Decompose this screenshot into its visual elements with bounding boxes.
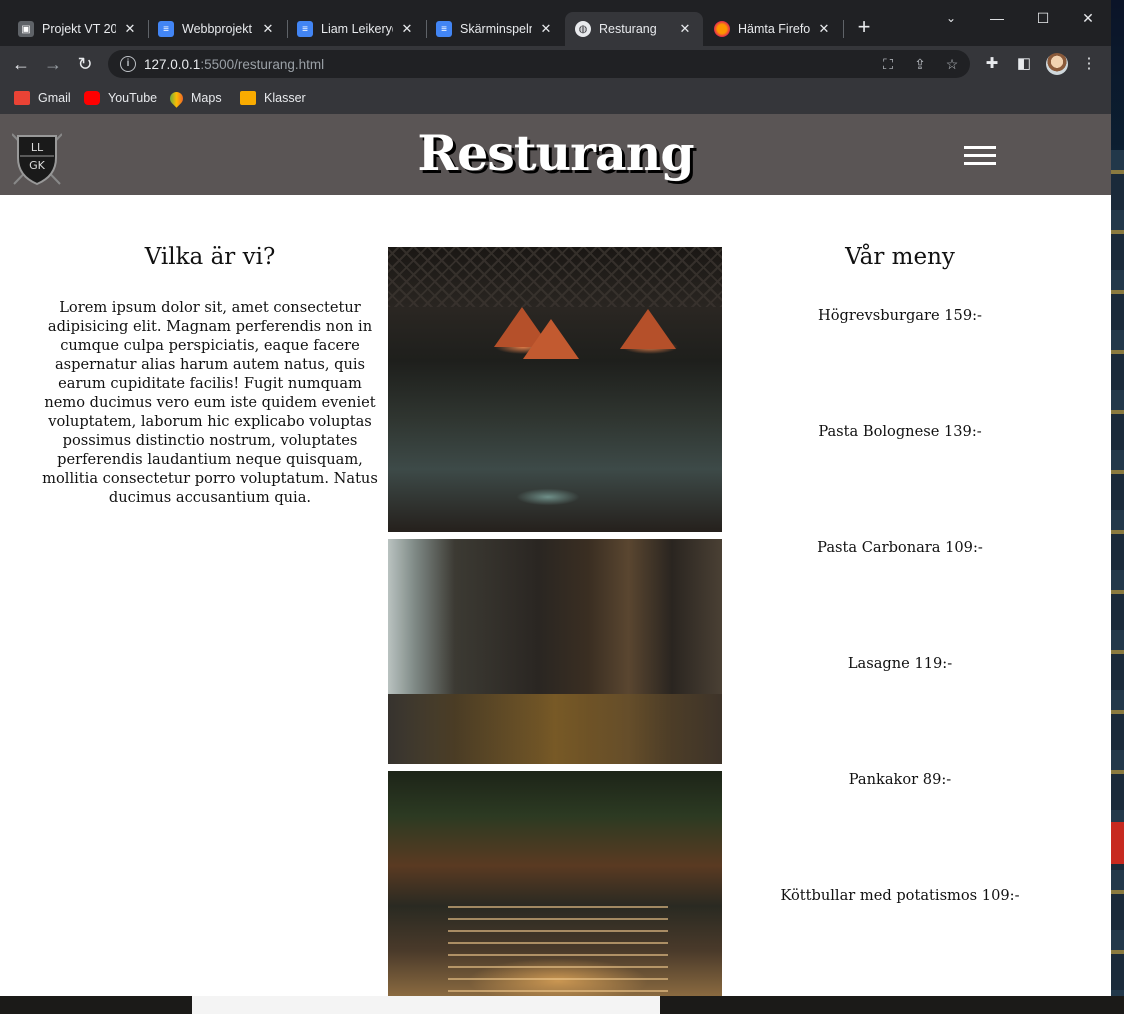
staircase-photo [388,771,722,996]
background-window-fragment [192,996,660,1014]
docs-icon: ≡ [297,21,313,37]
maximize-button[interactable]: ☐ [1020,6,1066,30]
bookmark-label: Klasser [264,91,306,105]
tab-title: Webbprojekt V [182,22,254,36]
tab-search-chevron-icon[interactable]: ⌄ [928,6,974,30]
bookmark-label: YouTube [108,91,158,105]
globe-icon: ◍ [575,21,591,37]
hamburger-menu-icon[interactable] [964,146,996,166]
forward-arrow-icon[interactable]: → [40,51,66,77]
menu-section: Vår meny [730,244,1070,270]
menu-item: Köttbullar med potatismos 109:- [780,887,1020,904]
share-icon[interactable]: ⇪ [910,54,930,74]
close-tab-icon[interactable]: ✕ [816,21,832,37]
tab-skarminspelning[interactable]: ≡ Skärminspelni ✕ [426,12,564,46]
more-menu-icon[interactable]: ⋮ [1079,54,1099,74]
tab-resturang[interactable]: ◍ Resturang ✕ [565,12,703,46]
about-section: Vilka är vi? Lorem ipsum dolor sit, amet… [40,244,380,507]
tab-title: Projekt VT 202 [42,22,116,36]
tab-strip: ▣ Projekt VT 202 ✕ ≡ Webbprojekt V ✕ ≡ L… [0,0,1111,46]
close-tab-icon[interactable]: ✕ [122,21,138,37]
bookmark-gmail[interactable]: Gmail [14,88,71,108]
close-tab-icon[interactable]: ✕ [260,21,276,37]
desktop-wallpaper-strip [1110,150,1124,1000]
new-tab-button[interactable]: + [852,16,876,40]
menu-item: Pasta Bolognese 139:- [818,423,982,440]
close-window-button[interactable]: ✕ [1065,6,1111,30]
menu-item: Pankakor 89:- [848,771,952,788]
tab-projekt[interactable]: ▣ Projekt VT 202 ✕ [8,12,148,46]
tab-title: Resturang [599,22,657,36]
maps-icon [167,88,186,108]
bookmark-label: Gmail [38,91,71,105]
desktop-app-fragment [1111,822,1124,864]
translate-icon[interactable]: ⛶ [878,54,898,74]
url-host: 127.0.0.1 [144,56,201,72]
side-panel-icon[interactable]: ◧ [1014,54,1034,74]
close-tab-icon[interactable]: ✕ [399,21,415,37]
bookmark-youtube[interactable]: YouTube [84,88,157,108]
address-bar[interactable]: i 127.0.0.1:5500/resturang.html ⛶ ⇪ ☆ [108,50,970,78]
browser-toolbar: ← → ↻ i 127.0.0.1:5500/resturang.html ⛶ … [0,46,1111,82]
kitchen-photo [388,247,722,532]
tab-webbprojekt[interactable]: ≡ Webbprojekt V ✕ [148,12,286,46]
bookmarks-bar: Gmail YouTube Maps Klasser [0,82,1111,114]
close-tab-icon[interactable]: ✕ [538,21,554,37]
profile-avatar[interactable] [1046,53,1068,75]
browser-window: ▣ Projekt VT 202 ✕ ≡ Webbprojekt V ✕ ≡ L… [0,0,1111,996]
menu-item: Högrevsburgare 159:- [818,307,982,324]
taskbar-fragment [0,996,1124,1014]
tab-firefox[interactable]: Hämta Firefox ✕ [704,12,842,46]
tab-liam[interactable]: ≡ Liam Leikeryd ✕ [287,12,425,46]
menu-item: Lasagne 119:- [847,655,953,672]
gmail-icon [14,91,30,105]
youtube-icon [84,91,100,105]
tab-title: Hämta Firefox [738,22,810,36]
extensions-puzzle-icon[interactable]: ✚ [982,54,1002,74]
about-heading: Vilka är vi? [144,244,276,270]
site-title: Resturang [417,124,694,182]
minimize-button[interactable]: — [974,6,1020,30]
bookmark-klasser[interactable]: Klasser [240,88,306,108]
web-page: LL GK Resturang Vilka är vi? Lorem ipsum… [0,114,1111,996]
tab-title: Skärminspelni [460,22,532,36]
firefox-icon [714,21,730,37]
reload-icon[interactable]: ↻ [72,51,98,77]
menu-heading: Vår meny [845,244,955,270]
bookmark-label: Maps [191,91,222,105]
bookmark-maps[interactable]: Maps [167,88,222,108]
dining-room-photo [388,539,722,764]
close-tab-icon[interactable]: ✕ [677,21,693,37]
url-path: :5500/resturang.html [200,56,325,72]
docs-icon: ≡ [158,21,174,37]
url-text: 127.0.0.1:5500/resturang.html [144,57,324,72]
tab-separator [843,20,844,38]
bookmark-star-icon[interactable]: ☆ [942,54,962,74]
site-info-icon[interactable]: i [120,56,136,72]
docs-icon: ≡ [436,21,452,37]
site-header: LL GK Resturang [0,114,1111,195]
back-arrow-icon[interactable]: ← [8,51,34,77]
classroom-icon: ▣ [18,21,34,37]
menu-item: Pasta Carbonara 109:- [817,539,983,556]
about-text: Lorem ipsum dolor sit, amet consectetur … [42,299,378,506]
classroom-icon [240,91,256,105]
tab-title: Liam Leikeryd [321,22,393,36]
